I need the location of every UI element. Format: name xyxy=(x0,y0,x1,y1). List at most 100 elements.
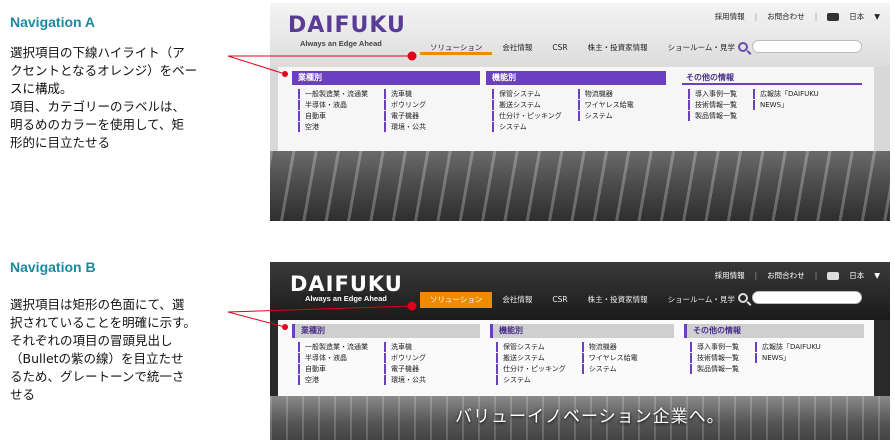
desc-line: それぞれの項目の冒頭見出し xyxy=(10,333,173,348)
menu-column-industry: 業種別 一般製造業・流通業 半導体・液晶 自動車 空港 洗車機 ボウリング 電子… xyxy=(292,324,480,385)
search-icon[interactable] xyxy=(738,292,748,303)
menu-item[interactable]: 技術情報一覧 xyxy=(688,100,737,110)
mega-menu: 業種別 一般製造業・流通業 半導体・液晶 自動車 空港 洗車機 ボウリング 電子… xyxy=(278,67,874,151)
menu-item[interactable]: 環境・公共 xyxy=(384,375,426,385)
desc-line: 明るめのカラーを使用して、矩 xyxy=(10,117,185,132)
desc-line: せる xyxy=(10,387,36,402)
site-header: DAIFUKU Always an Edge Ahead 採用情報 | お問合わ… xyxy=(270,262,890,320)
menu-item[interactable]: 一般製造業・流通業 xyxy=(298,89,368,99)
chevron-down-icon[interactable]: ▼ xyxy=(874,12,880,21)
menu-item[interactable]: 製品情報一覧 xyxy=(688,111,737,121)
main-nav: ソリューション 会社情報 CSR 株主・投資家情報 ショールーム・見学 xyxy=(420,292,745,308)
menu-heading-industry[interactable]: 業種別 xyxy=(292,324,480,338)
menu-item[interactable]: 電子機器 xyxy=(384,364,426,374)
menu-item[interactable]: 製品情報一覧 xyxy=(690,364,739,374)
nav-item-csr[interactable]: CSR xyxy=(542,292,577,308)
search-box xyxy=(738,40,862,53)
menu-item[interactable]: 空港 xyxy=(298,375,368,385)
menu-item[interactable]: 洗車機 xyxy=(384,342,426,352)
menu-column-other: その他の情報 導入事例一覧 技術情報一覧 製品情報一覧 広報誌「DAIFUKU … xyxy=(684,324,864,374)
menu-item[interactable]: 導入事例一覧 xyxy=(690,342,739,352)
menu-item[interactable]: 自動車 xyxy=(298,111,368,121)
menu-item[interactable]: 保管システム xyxy=(496,342,566,352)
menu-item[interactable]: NEWS」 xyxy=(753,100,819,110)
menu-item[interactable]: システム xyxy=(581,364,638,374)
language-selector[interactable]: 日本 xyxy=(849,270,864,281)
menu-heading-other[interactable]: その他の情報 xyxy=(684,324,864,338)
menu-heading-industry[interactable]: 業種別 xyxy=(292,71,480,85)
site-tagline: Always an Edge Ahead xyxy=(302,294,390,303)
chevron-down-icon[interactable]: ▼ xyxy=(874,271,880,280)
nav-item-showroom[interactable]: ショールーム・見学 xyxy=(658,292,745,308)
menu-item[interactable]: 広報誌「DAIFUKU xyxy=(755,342,821,352)
divider: | xyxy=(814,271,818,280)
menu-heading-other[interactable]: その他の情報 xyxy=(682,71,862,85)
nav-item-csr[interactable]: CSR xyxy=(542,41,577,55)
menu-item[interactable]: 半導体・液晶 xyxy=(298,100,368,110)
menu-item[interactable]: 技術情報一覧 xyxy=(690,353,739,363)
section-b-title: Navigation B xyxy=(10,259,96,275)
menu-item[interactable]: 導入事例一覧 xyxy=(688,89,737,99)
menu-item[interactable]: 保管システム xyxy=(492,89,562,99)
desc-line: 形的に目立たせる xyxy=(10,135,111,150)
menu-item[interactable]: 半導体・液晶 xyxy=(298,353,368,363)
menu-item[interactable]: システム xyxy=(496,375,566,385)
menu-item[interactable]: 空港 xyxy=(298,122,368,132)
menu-heading-function[interactable]: 機能別 xyxy=(486,71,666,85)
nav-item-company[interactable]: 会社情報 xyxy=(492,292,542,308)
nav-item-investors[interactable]: 株主・投資家情報 xyxy=(578,292,658,308)
site-header: DAIFUKU Always an Edge Ahead 採用情報 | お問合わ… xyxy=(270,3,890,67)
section-a-title: Navigation A xyxy=(10,14,96,30)
language-selector[interactable]: 日本 xyxy=(849,11,864,22)
contact-link[interactable]: お問合わせ xyxy=(767,11,805,22)
menu-item[interactable]: 搬送システム xyxy=(492,100,562,110)
recruit-link[interactable]: 採用情報 xyxy=(715,270,745,281)
menu-item[interactable]: ボウリング xyxy=(384,353,426,363)
desc-line: クセントとなるオレンジ）をベー xyxy=(10,63,198,78)
search-input[interactable] xyxy=(752,291,862,304)
desc-line: 選択項目は矩形の色面にて、選 xyxy=(10,297,185,312)
site-logo[interactable]: DAIFUKU xyxy=(290,272,403,296)
nav-item-solutions[interactable]: ソリューション xyxy=(420,41,493,55)
menu-item[interactable]: 自動車 xyxy=(298,364,368,374)
navigation-a-mockup: DAIFUKU Always an Edge Ahead 採用情報 | お問合わ… xyxy=(270,3,890,221)
site-tagline: Always an Edge Ahead xyxy=(300,39,382,48)
menu-item[interactable]: システム xyxy=(492,122,562,132)
menu-item[interactable]: 広報誌「DAIFUKU xyxy=(753,89,819,99)
menu-item[interactable]: 仕分け・ピッキング xyxy=(492,111,562,121)
menu-heading-function[interactable]: 機能別 xyxy=(490,324,674,338)
divider: | xyxy=(754,12,758,21)
menu-item[interactable]: ワイヤレス給電 xyxy=(581,353,638,363)
recruit-link[interactable]: 採用情報 xyxy=(715,11,745,22)
menu-item[interactable]: 電子機器 xyxy=(384,111,426,121)
menu-item[interactable]: 一般製造業・流通業 xyxy=(298,342,368,352)
menu-item[interactable]: 搬送システム xyxy=(496,353,566,363)
desc-line: 選択項目の下線ハイライト（ア xyxy=(10,45,185,60)
desc-line: 択されていることを明確に示す。 xyxy=(10,315,196,330)
menu-item[interactable]: ボウリング xyxy=(384,100,426,110)
menu-column-function: 機能別 保管システム 搬送システム 仕分け・ピッキング システム 物流機器 ワイ… xyxy=(486,71,666,132)
menu-item[interactable]: ワイヤレス給電 xyxy=(577,100,634,110)
menu-item[interactable]: 環境・公共 xyxy=(384,122,426,132)
menu-item[interactable]: 物流機器 xyxy=(581,342,638,352)
nav-item-showroom[interactable]: ショールーム・見学 xyxy=(658,41,745,55)
site-logo[interactable]: DAIFUKU xyxy=(288,13,406,38)
menu-item[interactable]: 仕分け・ピッキング xyxy=(496,364,566,374)
nav-item-solutions[interactable]: ソリューション xyxy=(420,292,493,308)
main-nav: ソリューション 会社情報 CSR 株主・投資家情報 ショールーム・見学 xyxy=(420,41,745,55)
menu-item[interactable]: 物流機器 xyxy=(577,89,634,99)
section-a-description: 選択項目の下線ハイライト（ア クセントとなるオレンジ）をベー スに構成。 項目、… xyxy=(10,44,197,152)
search-icon[interactable] xyxy=(738,41,748,52)
menu-item[interactable]: 洗車機 xyxy=(384,89,426,99)
nav-item-company[interactable]: 会社情報 xyxy=(492,41,542,55)
menu-item[interactable]: システム xyxy=(577,111,634,121)
globe-icon xyxy=(827,271,840,280)
menu-item[interactable]: NEWS」 xyxy=(755,353,821,363)
contact-link[interactable]: お問合わせ xyxy=(767,270,805,281)
search-input[interactable] xyxy=(752,40,862,53)
hero-caption: バリューイノベーション企業へ。 xyxy=(455,407,725,427)
navigation-b-mockup: バリューイノベーション企業へ。 DAIFUKU Always an Edge A… xyxy=(270,262,890,440)
nav-item-investors[interactable]: 株主・投資家情報 xyxy=(578,41,658,55)
desc-line: （Bulletの紫の線）を目立たせ xyxy=(10,351,184,366)
menu-column-function: 機能別 保管システム 搬送システム 仕分け・ピッキング システム 物流機器 ワイ… xyxy=(490,324,674,385)
